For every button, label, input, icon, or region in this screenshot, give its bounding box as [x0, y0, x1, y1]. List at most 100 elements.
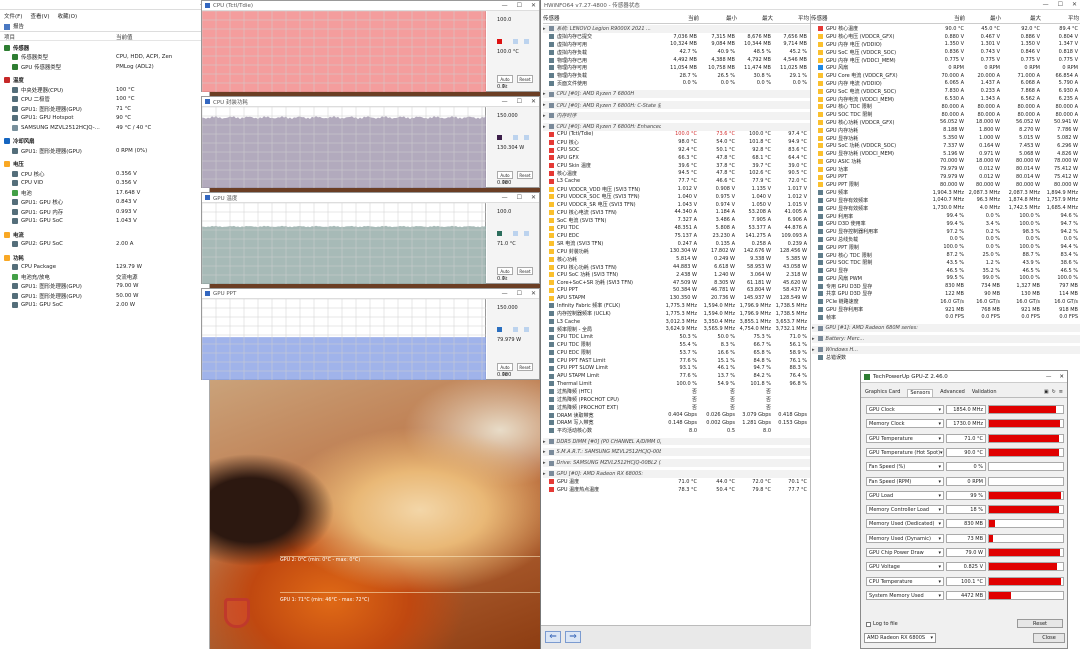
- sensor-row[interactable]: GPU 内存 电压 (VDDIO) 1.350 V 1.301 V 1.350 V 1.…: [812, 41, 1080, 49]
- expand-icon[interactable]: ▸: [543, 471, 546, 477]
- sensor-row[interactable]: 物理内存已用 4,492 MB 4,388 MB 4,792 MB 4,546 MB: [543, 56, 811, 64]
- minimize-icon[interactable]: —: [502, 2, 508, 9]
- sensor-row[interactable]: APU GFX 66.3 °C 47.8 °C 68.1 °C 64.4 °C: [543, 154, 811, 162]
- sensor-row[interactable]: APU STAPM Limit 77.6 % 13.7 % 84.2 % 76.4 %: [543, 372, 811, 380]
- series-color-swatch[interactable]: [497, 327, 502, 332]
- close-icon[interactable]: ✕: [531, 98, 536, 105]
- sensor-row[interactable]: CPU Skin 温度 39.6 °C 37.8 °C 39.7 °C 39.0 °C: [543, 162, 811, 170]
- sensor-row[interactable]: CPU VDDCR_SR 电压 (SVI3 TFN) 1.043 V 0.974 V…: [543, 201, 811, 209]
- sensor-row[interactable]: GPU 核心功耗 (VDDCR_GFX) 56.052 W 18.000 W 56.0…: [812, 119, 1080, 127]
- sensor-row[interactable]: CPU (Tctl/Tdie) 100.0 °C 73.6 °C 100.0 °C 97…: [543, 131, 811, 139]
- sensor-row[interactable]: CPU TDC Limit 50.3 % 50.0 % 75.3 % 71.0 %: [543, 333, 811, 341]
- sensor-group[interactable]: ▸ 内存时序: [543, 111, 811, 120]
- sensor-row[interactable]: GPU 风扇 0 RPM 0 RPM 0 RPM 0 RPM: [812, 64, 1080, 72]
- sensor-row[interactable]: 过热降频 (HTC) 否 否 否: [543, 388, 811, 396]
- sensor-dropdown[interactable]: Memory Controller Load ▾: [866, 505, 944, 515]
- sensor-row[interactable]: GPU 显存 46.5 % 35.2 % 46.5 % 46.5 %: [812, 267, 1080, 275]
- sensor-dropdown[interactable]: Memory Used (Dynamic) ▾: [866, 533, 944, 543]
- sensor-row[interactable]: Thermal Limit 100.0 % 54.9 % 101.8 % 96.8 %: [543, 380, 811, 388]
- column-header[interactable]: 最大: [1001, 14, 1041, 23]
- sensor-group[interactable]: ▸ DDR5 DIMM [#0] (P0 CHANNEL A/DIMM 0)...: [543, 437, 811, 446]
- tree-row[interactable]: GPU1: GPU SoC 1.043 V: [4, 217, 205, 227]
- tree-row[interactable]: GPU1: 图形处理器(GPU) 71 °C: [4, 104, 205, 114]
- sensor-row[interactable]: DRAM 写入带宽 0.148 Gbps 0.002 Gbps 1.281 Gbps 0…: [543, 419, 811, 427]
- sensor-row[interactable]: GPU 显存有效频率 1,730.0 MHz 4.0 MHz 1,742.5 MHz 1…: [812, 204, 1080, 212]
- menu-item[interactable]: 收藏(O): [58, 12, 78, 20]
- reset-button[interactable]: Reset: [517, 171, 533, 179]
- tree-row[interactable]: GPU1: GPU Hotspot 90 °C: [4, 114, 205, 124]
- reset-button[interactable]: Reset: [1017, 619, 1063, 628]
- auto-fit-button[interactable]: Auto Fit: [497, 75, 513, 89]
- column-header[interactable]: 平均: [773, 14, 809, 23]
- sensor-row[interactable]: GPU 显存利用率 921 MB 768 MB 921 MB 918 MB: [812, 306, 1080, 314]
- sensor-row[interactable]: GPU D3D 使用率 99.4 % 3.4 % 100.0 % 94.7 %: [812, 220, 1080, 228]
- graph-window[interactable]: CPU 封装功耗 — ☐ ✕ 150.000 130.304 W Auto Fit Reset…: [201, 96, 540, 188]
- sensor-dropdown[interactable]: GPU Voltage ▾: [866, 562, 944, 572]
- sensor-row[interactable]: 专用 GPU D3D 显存 830 MB 734 MB 1,327 MB 797 MB: [812, 282, 1080, 290]
- column-header[interactable]: 当前: [927, 14, 965, 23]
- column-header[interactable]: 传感器: [543, 14, 661, 23]
- column-header[interactable]: 最小: [699, 14, 737, 23]
- sensor-row[interactable]: 过热降频 (PROCHOT CPU) 否 否 否: [543, 396, 811, 404]
- sensor-row[interactable]: GPU 利用率 99.4 % 0.0 % 100.0 % 94.6 %: [812, 212, 1080, 220]
- sensor-group[interactable]: ▸ Windows H...: [812, 345, 1080, 354]
- sensor-group[interactable]: ▸ Drive: SAMSUNG MZVL2512HCJQ-00BL2 (S69.…: [543, 459, 811, 468]
- tree-row[interactable]: CPU Package 129.79 W: [4, 263, 205, 273]
- expand-icon[interactable]: ▸: [543, 26, 546, 32]
- sensor-dropdown[interactable]: Memory Clock ▾: [866, 419, 944, 429]
- sensor-row[interactable]: CPU SoC 功耗 (SVI3 TFN) 2.438 W 1.240 W 3.064…: [543, 271, 811, 279]
- column-header[interactable]: 最大: [737, 14, 773, 23]
- close-button[interactable]: Close: [1033, 633, 1065, 643]
- nav-right-arrow-icon[interactable]: ⇒: [565, 631, 581, 643]
- sensor-row[interactable]: GPU 温度热点温度 78.3 °C 50.4 °C 79.8 °C 77.7 °C: [543, 486, 811, 494]
- sensor-row[interactable]: GPU PPT 限制 100.0 % 0.0 % 100.0 % 94.4 %: [812, 243, 1080, 251]
- sensor-row[interactable]: GPU SoC 电压 (VDDCR_SOC) 0.836 V 0.743 V 0.84…: [812, 48, 1080, 56]
- sensor-group[interactable]: ▸ CPU [#0]: AMD Ryzen 7 6800H: Enhanced: [543, 122, 811, 131]
- tree-section[interactable]: 电压: [4, 160, 205, 170]
- pane-divider[interactable]: [810, 14, 811, 625]
- sensor-row[interactable]: GPU PPT 限制 80.000 W 80.000 W 80.000 W 80.000…: [812, 181, 1080, 189]
- sensor-row[interactable]: PCIe 链路速度 16.0 GT/s 16.0 GT/s 16.0 GT/s 16.0…: [812, 298, 1080, 306]
- maximize-icon[interactable]: ☐: [517, 194, 522, 201]
- sensor-row[interactable]: 页面文件使用 0.0 % 0.0 % 0.0 % 0.0 %: [543, 80, 811, 88]
- refresh-icon[interactable]: ↻: [1052, 389, 1056, 395]
- expand-icon[interactable]: ▸: [543, 460, 546, 466]
- tree-row[interactable]: GPU1: GPU 内存 0.993 V: [4, 207, 205, 217]
- sensor-row[interactable]: 虚拟内存可用 10,324 MB 9,084 MB 10,344 MB 9,714 MB: [543, 41, 811, 49]
- tree-row[interactable]: 中央处理器(CPU) 100 °C: [4, 85, 205, 95]
- sensor-group[interactable]: ▸ 系统: LENOVO Legion R9000X 2021 ...: [543, 25, 811, 33]
- report-icon[interactable]: [4, 23, 10, 30]
- log-to-file[interactable]: Log to file: [866, 621, 898, 627]
- tree-row[interactable]: GPU1: GPU SoC 2.00 W: [4, 301, 205, 311]
- sensor-group[interactable]: ▸ GPU [#1]: AMD Radeon 680M series:: [812, 324, 1080, 333]
- gpu-select[interactable]: AMD Radeon RX 6800S ▾: [864, 633, 936, 643]
- sensor-row[interactable]: GPU 频率 1,904.3 MHz 2,087.3 MHz 2,087.3 MHz 1…: [812, 189, 1080, 197]
- reset-button[interactable]: Reset: [517, 267, 533, 275]
- sensor-row[interactable]: CPU PPT SLOW Limit 93.1 % 46.1 % 94.7 % 88.3…: [543, 364, 811, 372]
- expand-icon[interactable]: ▸: [543, 102, 546, 108]
- sensor-row[interactable]: GPU 温度 71.0 °C 44.0 °C 72.0 °C 70.1 °C: [543, 478, 811, 486]
- tree-row[interactable]: GPU1: 图形处理器(GPU) 79.00 W: [4, 282, 205, 292]
- report-button[interactable]: 报告: [13, 24, 24, 30]
- expand-icon[interactable]: ▸: [543, 124, 546, 130]
- sensor-dropdown[interactable]: GPU Clock ▾: [866, 405, 944, 414]
- sensor-row[interactable]: CPU 封装功耗 130.304 W 17.802 W 142.676 W 128.45…: [543, 248, 811, 256]
- minimize-icon[interactable]: —: [502, 194, 508, 201]
- tree-section[interactable]: 电流: [4, 230, 205, 240]
- series-color-swatch[interactable]: [513, 39, 518, 44]
- auto-fit-button[interactable]: Auto Fit: [497, 363, 513, 377]
- tab-validation[interactable]: Validation: [972, 389, 997, 397]
- sensor-row[interactable]: 虚拟内存已提交 7,036 MB 7,315 MB 8,676 MB 7,656 MB: [543, 33, 811, 41]
- maximize-icon[interactable]: ☐: [517, 98, 522, 105]
- reset-button[interactable]: Reset: [517, 363, 533, 371]
- sensor-row[interactable]: GPU 功率 79.979 W 0.012 W 80.014 W 75.412 W: [812, 165, 1080, 173]
- menu-item[interactable]: 查看(V): [30, 12, 49, 20]
- series-color-swatch[interactable]: [524, 135, 529, 140]
- tree-row[interactable]: GPU1: 图形处理器(GPU) 0 RPM (0%): [4, 146, 205, 156]
- sensor-row[interactable]: GPU 核心 TDC 限制 80.000 A 80.000 A 80.000 A 80.…: [812, 103, 1080, 111]
- sensor-row[interactable]: CPU 核心功耗 (SVI3 TFN) 44.883 W 6.618 W 58.953…: [543, 263, 811, 271]
- sensor-row[interactable]: 虚拟内存负载 42.7 % 40.9 % 48.5 % 45.2 %: [543, 48, 811, 56]
- minimize-icon[interactable]: —: [1046, 374, 1052, 380]
- sensor-row[interactable]: 共享 GPU D3D 显存 122 MB 90 MB 130 MB 114 MB: [812, 290, 1080, 298]
- expand-icon[interactable]: ▸: [543, 113, 546, 119]
